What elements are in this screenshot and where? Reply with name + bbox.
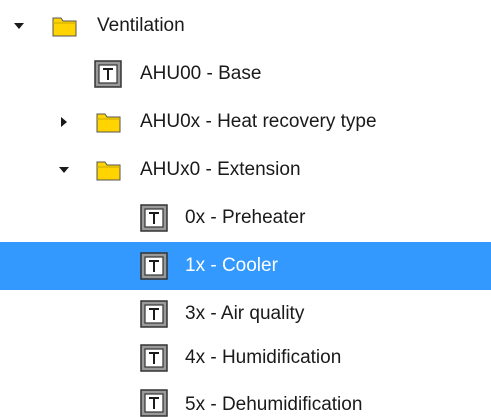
tree-node-label: 5x - Dehumidification — [185, 394, 363, 415]
expand-arrow-right-icon[interactable] — [57, 115, 71, 129]
tree-node-ahux0-extension[interactable]: AHUx0 - Extension — [0, 146, 491, 194]
tree-node-label: Ventilation — [97, 15, 185, 36]
tree-node-ahu0x-heat-recovery-type[interactable]: AHU0x - Heat recovery type — [0, 98, 491, 146]
template-icon — [139, 388, 169, 417]
template-icon — [93, 59, 123, 89]
tree-node-1x-cooler[interactable]: 1x - Cooler — [0, 242, 491, 290]
tree-node-4x-humidification[interactable]: 4x - Humidification — [0, 334, 491, 382]
folder-icon — [94, 107, 124, 137]
tree-node-label: AHUx0 - Extension — [140, 159, 301, 180]
tree-node-0x-preheater[interactable]: 0x - Preheater — [0, 194, 491, 242]
folder-icon — [50, 11, 80, 41]
tree-node-label: AHU0x - Heat recovery type — [140, 111, 377, 132]
template-icon — [139, 203, 169, 233]
tree-node-ahu00-base[interactable]: AHU00 - Base — [0, 50, 491, 98]
ventilation-tree: Ventilation AHU00 - Base AHU0x - Heat re… — [0, 0, 491, 417]
tree-node-ventilation[interactable]: Ventilation — [0, 2, 491, 50]
template-icon — [139, 251, 169, 281]
tree-node-3x-air-quality[interactable]: 3x - Air quality — [0, 290, 491, 338]
expand-arrow-down-icon[interactable] — [12, 19, 26, 33]
expand-arrow-down-icon[interactable] — [57, 163, 71, 177]
tree-node-label: 3x - Air quality — [185, 303, 305, 324]
folder-icon — [94, 155, 124, 185]
tree-node-label: AHU00 - Base — [140, 63, 262, 84]
tree-node-label: 0x - Preheater — [185, 207, 306, 228]
template-icon — [139, 299, 169, 329]
tree-node-label: 1x - Cooler — [185, 255, 278, 276]
tree-node-5x-dehumidification[interactable]: 5x - Dehumidification — [0, 376, 491, 417]
template-icon — [139, 343, 169, 373]
tree-node-label: 4x - Humidification — [185, 347, 342, 368]
